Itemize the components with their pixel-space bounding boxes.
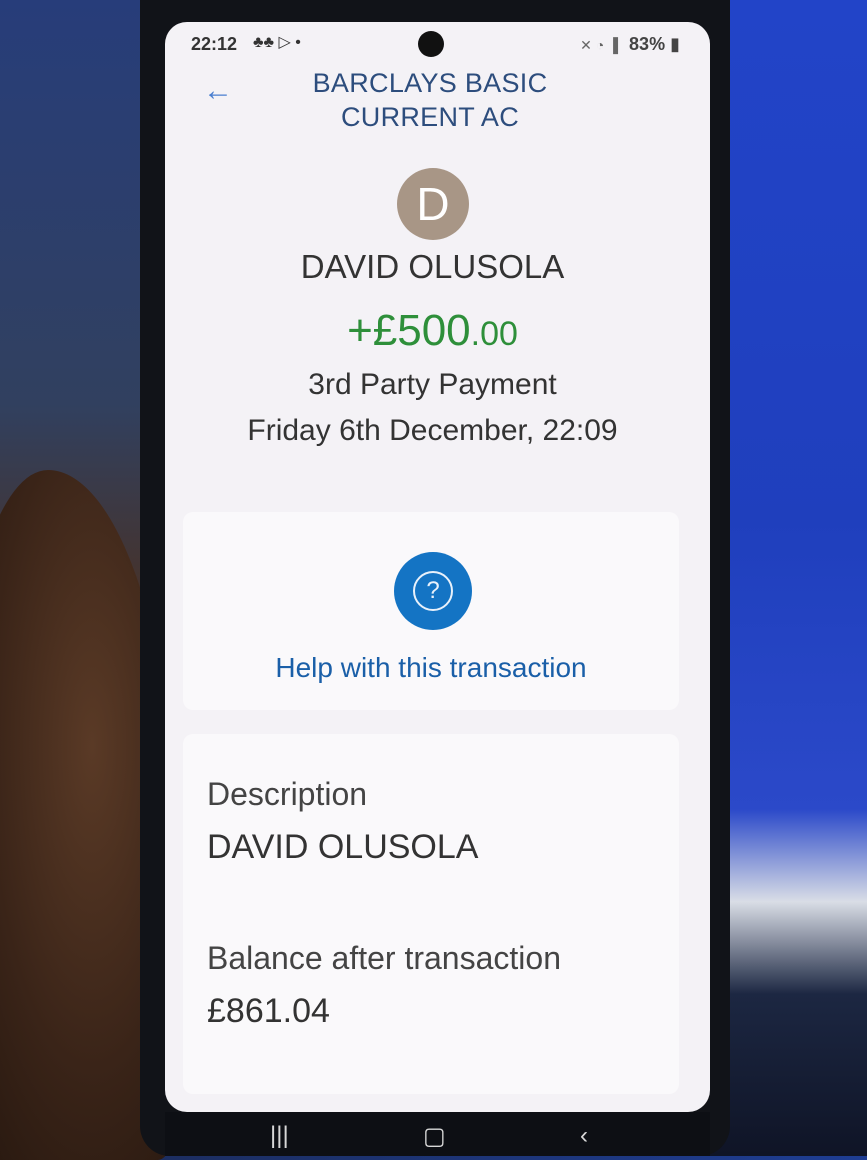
- transaction-type: 3rd Party Payment: [308, 368, 557, 401]
- recent-apps-icon[interactable]: |||: [270, 1122, 289, 1150]
- status-time: 22:12: [191, 34, 238, 54]
- transaction-amount: +£500.00: [165, 306, 700, 356]
- front-camera: [418, 31, 444, 57]
- navigation-bar: ||| ▢ ‹: [165, 1112, 710, 1156]
- balance-value: £861.04: [207, 992, 330, 1030]
- battery-icon: ▮: [670, 34, 680, 54]
- status-bar: 22:12 ♣♣ ▷ • ✕ ◔ ▐ 83% ▮: [165, 22, 710, 66]
- notification-icons: ♣♣ ▷ •: [253, 34, 301, 51]
- question-icon: ?: [413, 571, 453, 611]
- signal-icon: ✕ ◔ ▐: [580, 37, 619, 53]
- status-right: ✕ ◔ ▐ 83% ▮: [580, 34, 680, 55]
- transaction-date: Friday 6th December, 22:09: [247, 414, 618, 447]
- phone-screen: 22:12 ♣♣ ▷ • ✕ ◔ ▐ 83% ▮ ← BARCLAYS BASI…: [165, 22, 710, 1112]
- home-icon[interactable]: ▢: [423, 1122, 446, 1151]
- account-title: BARCLAYS BASIC CURRENT AC: [312, 68, 548, 132]
- help-link[interactable]: Help with this transaction: [183, 652, 679, 684]
- payee-name: DAVID OLUSOLA: [300, 248, 565, 285]
- help-button[interactable]: ?: [394, 552, 472, 630]
- avatar: D: [397, 168, 469, 240]
- amount-main: +£500: [347, 306, 471, 355]
- amount-pence: .00: [470, 315, 518, 353]
- battery-level: 83%: [629, 34, 666, 54]
- details-card: Description DAVID OLUSOLA Balance after …: [183, 734, 679, 1094]
- back-nav-icon[interactable]: ‹: [580, 1122, 588, 1150]
- help-card: ? Help with this transaction: [183, 512, 679, 710]
- description-label: Description: [207, 776, 368, 812]
- description-value: DAVID OLUSOLA: [207, 828, 479, 866]
- balance-label: Balance after transaction: [207, 940, 561, 976]
- arrow-left-icon[interactable]: ←: [203, 74, 237, 108]
